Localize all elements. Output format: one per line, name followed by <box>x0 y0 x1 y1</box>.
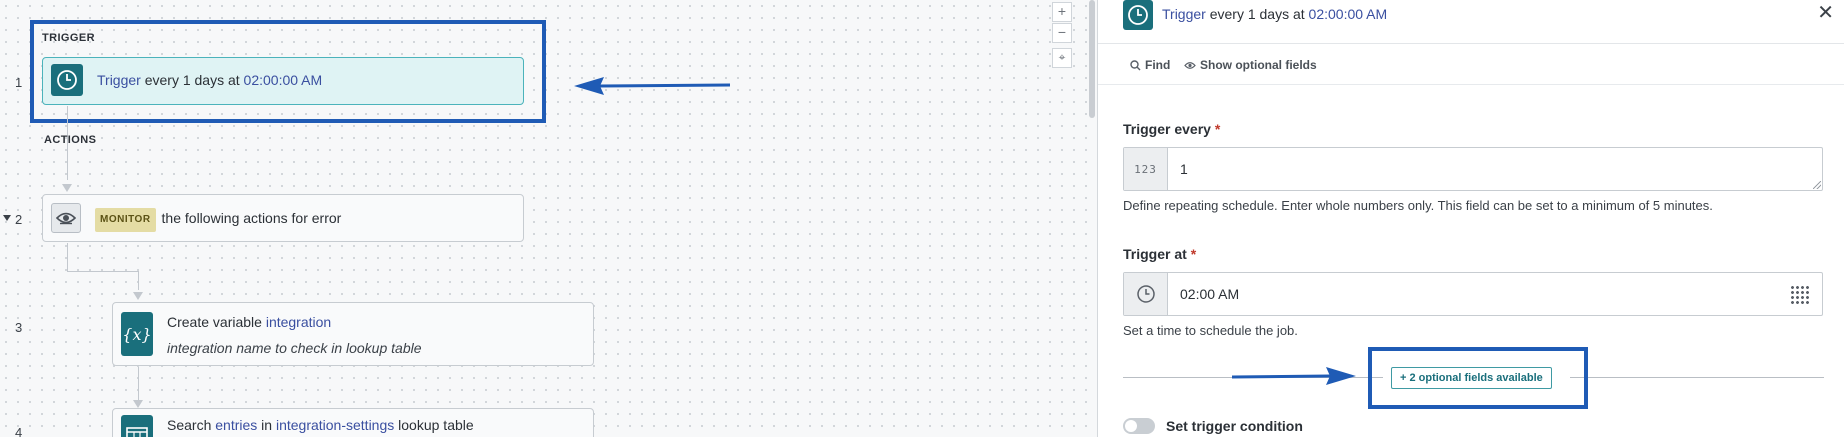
eye-icon <box>1184 61 1196 69</box>
search-icon <box>1130 59 1141 70</box>
optional-fields-highlight-box <box>1368 347 1588 409</box>
variable-icon: {x} <box>121 312 153 356</box>
zoom-in-button[interactable]: + <box>1052 2 1072 22</box>
search-step-node[interactable]: Search entries in integration-settings l… <box>112 408 594 437</box>
collapse-caret-icon[interactable] <box>3 215 11 221</box>
connector-arrow <box>133 292 143 300</box>
connector <box>138 367 139 400</box>
trigger-every-help: Define repeating schedule. Enter whole n… <box>1123 198 1713 213</box>
trigger-condition-label: Set trigger condition <box>1166 418 1303 434</box>
zoom-out-button[interactable]: − <box>1052 23 1072 43</box>
keypad-icon[interactable] <box>1790 285 1810 305</box>
trigger-at-value: 02:00 AM <box>1180 286 1240 302</box>
connector-arrow <box>133 400 143 408</box>
show-optional-fields-label: Show optional fields <box>1200 58 1317 72</box>
resize-grip-icon[interactable] <box>1813 181 1821 189</box>
create-variable-text: Create variable <box>167 314 266 330</box>
number-type-icon: 123 <box>1124 148 1168 190</box>
step-number: 4 <box>15 425 23 437</box>
connector <box>67 271 138 272</box>
monitor-text: the following actions for error <box>161 210 342 226</box>
panel-title-time: 02:00:00 AM <box>1308 6 1388 22</box>
workflow-canvas[interactable]: TRIGGER 1 Trigger every 1 days at 02:00:… <box>0 0 1097 437</box>
lookup-table-link[interactable]: integration-settings <box>276 417 394 433</box>
find-button[interactable]: Find <box>1130 58 1170 72</box>
separator-line <box>1123 377 1383 378</box>
panel-title: Trigger every 1 days at 02:00:00 AM <box>1162 6 1387 22</box>
separator-line <box>1570 377 1824 378</box>
panel-title-trigger: Trigger <box>1162 6 1206 22</box>
trigger-highlight-box <box>30 20 546 123</box>
eye-icon <box>51 203 81 233</box>
connector <box>67 243 68 271</box>
step-number: 3 <box>15 320 23 335</box>
search-in-text: in <box>257 417 276 433</box>
required-marker: * <box>1190 246 1197 262</box>
trigger-at-help: Set a time to schedule the job. <box>1123 323 1298 338</box>
close-icon[interactable]: ✕ <box>1817 2 1834 24</box>
trigger-at-label-text: Trigger at <box>1123 246 1187 262</box>
connector-arrow <box>62 184 72 192</box>
fit-view-button[interactable]: ⌖ <box>1052 48 1072 68</box>
monitor-badge: MONITOR <box>95 208 156 232</box>
trigger-every-label-text: Trigger every <box>1123 121 1211 137</box>
clock-icon <box>1124 273 1168 315</box>
create-variable-step-node[interactable]: {x} Create variable integration integrat… <box>112 302 594 366</box>
canvas-scrollbar[interactable] <box>1089 0 1095 118</box>
panel-header: Trigger every 1 days at 02:00:00 AM ✕ <box>1098 0 1844 44</box>
search-suffix-text: lookup table <box>394 417 474 433</box>
monitor-step-node[interactable]: MONITOR the following actions for error <box>42 194 524 242</box>
entries-link[interactable]: entries <box>215 417 257 433</box>
toggle-knob <box>1125 420 1137 432</box>
actions-section-label: ACTIONS <box>44 134 97 146</box>
panel-title-text: every 1 days at <box>1205 6 1309 22</box>
search-text: Search <box>167 417 216 433</box>
trigger-every-input[interactable]: 123 1 <box>1123 147 1823 191</box>
step-number: 1 <box>15 75 23 90</box>
variable-description: integration name to check in lookup tabl… <box>167 340 422 356</box>
trigger-condition-toggle[interactable] <box>1123 418 1155 434</box>
trigger-at-label: Trigger at * <box>1123 246 1196 262</box>
connector <box>138 271 139 290</box>
trigger-every-label: Trigger every * <box>1123 121 1220 137</box>
step-config-panel: Trigger every 1 days at 02:00:00 AM ✕ Fi… <box>1098 0 1844 437</box>
panel-toolbar: Find Show optional fields <box>1098 45 1844 85</box>
table-icon <box>121 415 153 437</box>
step-number: 2 <box>15 212 23 227</box>
required-marker: * <box>1214 121 1221 137</box>
trigger-at-input[interactable]: 02:00 AM <box>1123 272 1823 316</box>
clock-icon <box>1123 0 1153 30</box>
trigger-every-value: 1 <box>1180 161 1188 177</box>
show-optional-fields-button[interactable]: Show optional fields <box>1184 58 1317 72</box>
variable-name-link[interactable]: integration <box>266 314 331 330</box>
connector <box>67 150 68 180</box>
find-label: Find <box>1145 58 1171 72</box>
